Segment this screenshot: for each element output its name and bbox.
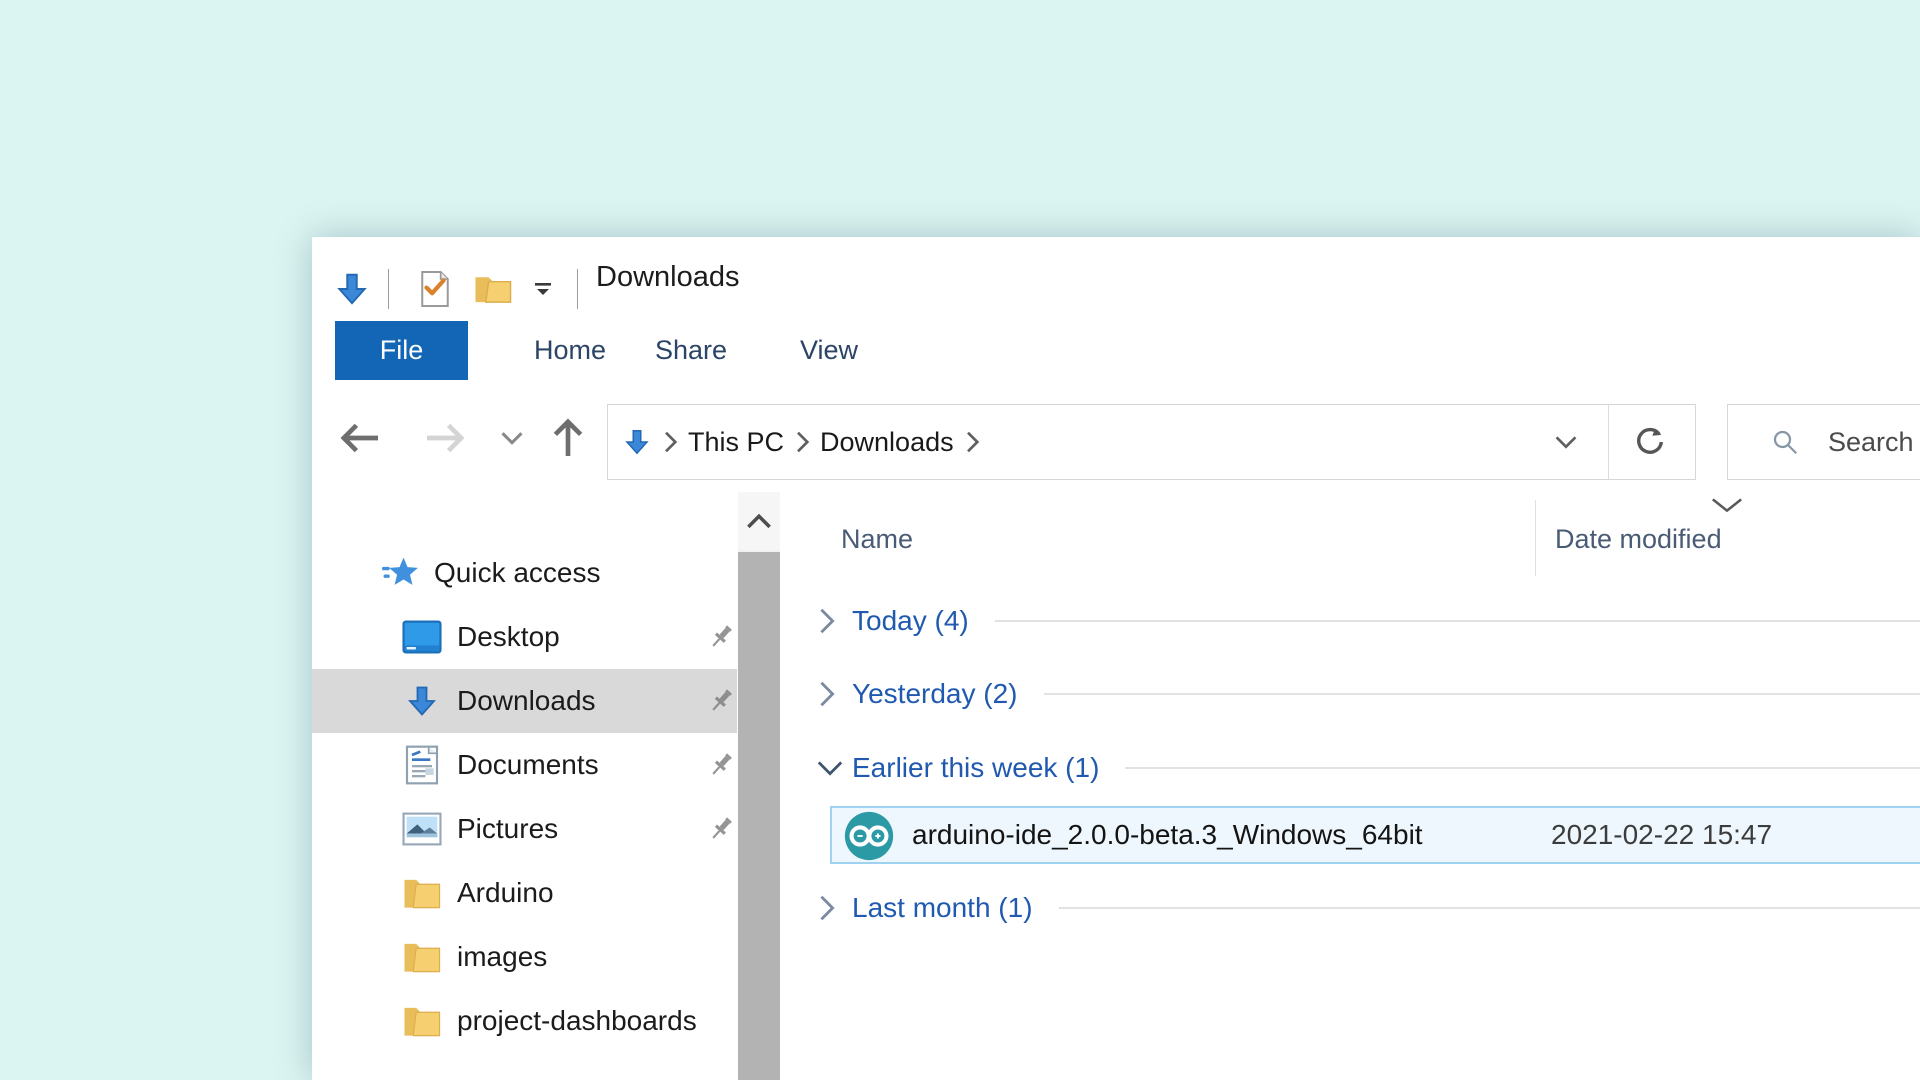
forward-arrow-icon: [423, 420, 467, 456]
group-label: Last month (1): [852, 892, 1033, 924]
arduino-icon: [843, 810, 895, 862]
sidebar-item-label: Pictures: [457, 813, 558, 845]
breadcrumb-chevron-icon: [662, 430, 678, 454]
group-header-yesterday[interactable]: Yesterday (2): [816, 672, 1920, 716]
address-bar-separator: [1608, 405, 1609, 479]
group-label: Earlier this week (1): [852, 752, 1099, 784]
explorer-window: Downloads File Home Share View: [312, 237, 1920, 1080]
sidebar-scrollbar[interactable]: [738, 492, 780, 1080]
title-bar: Downloads: [312, 237, 1920, 321]
file-name: arduino-ide_2.0.0-beta.3_Windows_64bit: [912, 819, 1423, 851]
pictures-icon: [402, 809, 442, 849]
sidebar-item-documents[interactable]: Documents: [312, 733, 737, 797]
sidebar-item-label: Arduino: [457, 877, 554, 909]
scrollbar-up-button[interactable]: [738, 492, 780, 550]
group-divider-line: [1059, 907, 1920, 909]
address-history-button[interactable]: [1553, 405, 1579, 479]
group-divider-line: [995, 620, 1920, 622]
qat-separator: [577, 269, 578, 309]
group-header-today[interactable]: Today (4): [816, 599, 1920, 643]
column-header-name[interactable]: Name: [841, 524, 913, 555]
document-icon: [402, 745, 442, 785]
pin-icon: [705, 685, 737, 717]
column-header-date-modified[interactable]: Date modified: [1555, 524, 1722, 555]
chevron-right-icon[interactable]: [816, 894, 852, 922]
group-label: Yesterday (2): [852, 678, 1018, 710]
pin-icon: [705, 621, 737, 653]
qat-new-folder-button[interactable]: [471, 267, 515, 311]
group-label: Today (4): [852, 605, 969, 637]
qat-downloads-button[interactable]: [330, 267, 374, 311]
sidebar-item-label: project-dashboards: [457, 1005, 697, 1037]
sidebar-item-label: images: [457, 941, 547, 973]
sidebar-item-label: Documents: [457, 749, 599, 781]
group-divider-line: [1125, 767, 1920, 769]
group-divider-line: [1044, 693, 1920, 695]
tab-view[interactable]: View: [800, 321, 858, 380]
search-input[interactable]: Search: [1727, 404, 1920, 480]
back-button[interactable]: [336, 414, 384, 462]
sidebar-item-arduino[interactable]: Arduino: [312, 861, 737, 925]
pin-icon: [705, 813, 737, 845]
folder-icon: [402, 873, 442, 913]
downloads-arrow-icon: [622, 426, 652, 458]
breadcrumb-this-pc[interactable]: This PC: [688, 427, 784, 458]
file-row-arduino-ide[interactable]: arduino-ide_2.0.0-beta.3_Windows_64bit 2…: [830, 806, 1920, 864]
tab-home[interactable]: Home: [534, 321, 606, 380]
downloads-arrow-icon: [333, 269, 371, 309]
sort-chevron-icon: [1710, 496, 1744, 514]
forward-button[interactable]: [421, 414, 469, 462]
chevron-down-icon: [499, 428, 525, 448]
tab-file[interactable]: File: [335, 321, 468, 380]
sidebar-item-pictures[interactable]: Pictures: [312, 797, 737, 861]
sidebar-item-label: Quick access: [434, 557, 601, 589]
qat-properties-button[interactable]: [413, 267, 457, 311]
chevron-down-icon: [1553, 432, 1579, 452]
chevron-down-icon[interactable]: [816, 757, 852, 779]
content-area: Quick access Desktop Downloads Doc: [312, 492, 1920, 1080]
folder-icon: [402, 1001, 442, 1041]
breadcrumb-chevron-icon: [794, 430, 810, 454]
qat-separator: [388, 269, 389, 309]
downloads-arrow-icon: [402, 681, 442, 721]
refresh-icon: [1633, 425, 1667, 459]
recent-locations-button[interactable]: [490, 414, 534, 462]
sidebar-item-desktop[interactable]: Desktop: [312, 605, 737, 669]
sidebar-item-label: Desktop: [457, 621, 560, 653]
chevron-right-icon[interactable]: [816, 680, 852, 708]
sidebar-item-label: Downloads: [457, 685, 596, 717]
refresh-button[interactable]: [1619, 405, 1681, 479]
chevron-up-icon: [746, 512, 772, 530]
tab-share[interactable]: Share: [655, 321, 727, 380]
back-arrow-icon: [338, 420, 382, 456]
quick-access-star-icon: [382, 553, 422, 593]
window-title: Downloads: [596, 261, 739, 294]
check-document-icon: [418, 270, 452, 308]
navigation-bar: This PC Downloads: [312, 380, 1920, 492]
pin-icon: [705, 749, 737, 781]
folder-icon: [402, 937, 442, 977]
up-arrow-icon: [550, 416, 586, 460]
menu-bar: File Home Share View: [312, 321, 1920, 381]
group-header-earlier-this-week[interactable]: Earlier this week (1): [816, 746, 1920, 790]
new-folder-icon: [474, 272, 512, 306]
file-date-modified: 2021-02-22 15:47: [1551, 819, 1772, 851]
sidebar-item-images[interactable]: images: [312, 925, 737, 989]
search-placeholder: Search: [1828, 427, 1914, 458]
group-header-last-month[interactable]: Last month (1): [816, 886, 1920, 930]
sidebar-item-project-dashboards[interactable]: project-dashboards: [312, 989, 737, 1053]
breadcrumb-downloads[interactable]: Downloads: [820, 427, 954, 458]
column-separator[interactable]: [1535, 500, 1536, 576]
breadcrumb-chevron-icon: [964, 430, 980, 454]
search-icon: [1770, 427, 1800, 457]
address-bar[interactable]: This PC Downloads: [607, 404, 1696, 480]
desktop-icon: [402, 617, 442, 657]
sidebar-item-downloads[interactable]: Downloads: [312, 669, 737, 733]
up-button[interactable]: [544, 414, 592, 462]
chevron-right-icon[interactable]: [816, 607, 852, 635]
customize-toolbar-chevron-icon: [532, 280, 554, 298]
sidebar-item-quick-access[interactable]: Quick access: [312, 541, 737, 605]
qat-customize-button[interactable]: [523, 267, 563, 311]
scrollbar-thumb[interactable]: [738, 552, 780, 1080]
